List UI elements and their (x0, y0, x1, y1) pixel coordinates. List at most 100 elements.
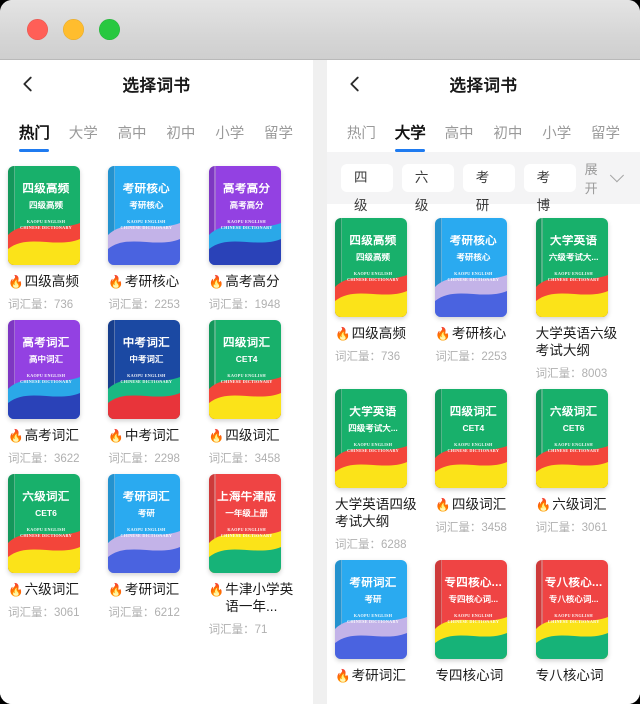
cover-subtitle: CET4 (462, 424, 485, 433)
book-cover-text: 考研词汇 考研 KAOPU ENGLISH CHINESE DICTIONARY (343, 577, 403, 626)
cover-subtitle: 考研 (364, 595, 382, 604)
expand-filters-button[interactable]: 展开 (585, 159, 626, 197)
book-title: 🔥 牛津小学英语一年... (209, 582, 304, 616)
right-book-scroll[interactable]: 四级高频 四级高频 KAOPU ENGLISH CHINESE DICTIONARY 🔥… (327, 204, 640, 704)
book-title-text: 六级词汇 (24, 581, 79, 597)
book-card[interactable]: 六级词汇 CET6 KAOPU ENGLISH CHINESE DICTIONARY 🔥… (535, 388, 632, 552)
tab-label: 留学 (591, 126, 621, 142)
book-cover-text: 四级词汇 CET4 KAOPU ENGLISH CHINESE DICTIONARY (443, 406, 503, 455)
book-cover-text: 上海牛津版 一年级上册 KAOPU ENGLISH CHINESE DICTIONAR… (217, 491, 277, 540)
book-cover-text: 高考高分 高考高分 KAOPU ENGLISH CHINESE DICTIONARY (217, 183, 277, 232)
cover-title: 大学英语 (349, 405, 397, 418)
book-word-count: 词汇量：2298 (108, 452, 180, 465)
tab-1[interactable]: 大学 (386, 121, 435, 152)
book-card[interactable]: 考研词汇 考研 KAOPU ENGLISH CHINESE DICTIONARY 🔥 考研… (335, 559, 431, 685)
left-book-grid: 四级高频 四级高频 KAOPU ENGLISH CHINESE DICTIONARY 🔥… (0, 152, 313, 637)
app-window: 选择词书 热门 大学 高中 初中 小学 留学 四级高频 四级高频 KAOPU ENGLISH C… (0, 0, 640, 704)
book-title: 🔥 四级高频 (335, 326, 430, 343)
book-word-count: 词汇量：6288 (335, 538, 407, 551)
tab-3[interactable]: 初中 (156, 122, 205, 152)
cover-subtitle: CET6 (35, 509, 57, 518)
cover-imprint: KAOPU ENGLISH CHINESE DICTIONARY (20, 372, 72, 385)
tab-0[interactable]: 热门 (337, 122, 386, 152)
tab-4[interactable]: 小学 (205, 122, 254, 152)
book-cover: 中考词汇 中考词汇 KAOPU ENGLISH CHINESE DICTIONARY (108, 319, 181, 419)
book-cover: 高考高分 高考高分 KAOPU ENGLISH CHINESE DICTIONARY (208, 166, 281, 265)
book-card[interactable]: 考研核心 考研核心 KAOPU ENGLISH CHINESE DICTIONARY 🔥… (108, 166, 204, 312)
book-card[interactable]: 四级高频 四级高频 KAOPU ENGLISH CHINESE DICTIONARY 🔥… (8, 166, 104, 312)
cover-title: 六级词汇 (550, 405, 598, 418)
filter-chip-2[interactable]: 考研 (462, 164, 515, 213)
fire-icon: 🔥 (8, 428, 24, 443)
book-title: 大学英语四级考试大纲 (335, 497, 430, 531)
tab-0[interactable]: 热门 (10, 121, 59, 152)
book-cover: 考研核心 考研核心 KAOPU ENGLISH CHINESE DICTIONARY (108, 166, 181, 265)
book-card[interactable]: 中考词汇 中考词汇 KAOPU ENGLISH CHINESE DICTIONARY 🔥… (108, 319, 204, 466)
book-cover: 考研词汇 考研 KAOPU ENGLISH CHINESE DICTIONARY (335, 559, 407, 659)
book-card[interactable]: 四级高频 四级高频 KAOPU ENGLISH CHINESE DICTIONARY 🔥… (335, 218, 431, 381)
book-cover-text: 六级词汇 CET6 KAOPU ENGLISH CHINESE DICTIONARY (544, 406, 604, 455)
book-card[interactable]: 专四核心... 专四核心词... KAOPU ENGLISH CHINESE DICT… (435, 559, 531, 685)
tab-2[interactable]: 高中 (435, 122, 484, 152)
back-arrow-icon[interactable] (333, 62, 377, 106)
book-card[interactable]: 上海牛津版 一年级上册 KAOPU ENGLISH CHINESE DICTIONAR… (208, 473, 305, 637)
book-cover: 专八核心... 专八核心词... KAOPU ENGLISH CHINESE DICT… (535, 559, 608, 659)
book-cover-text: 四级词汇 CET4 KAOPU ENGLISH CHINESE DICTIONARY (217, 337, 277, 386)
left-category-tabs: 热门 大学 高中 初中 小学 留学 (0, 108, 313, 152)
book-card[interactable]: 四级词汇 CET4 KAOPU ENGLISH CHINESE DICTIONARY 🔥… (435, 388, 531, 552)
book-card[interactable]: 大学英语 四级考试大... KAOPU ENGLISH CHINESE DICTION… (335, 388, 431, 552)
book-card[interactable]: 大学英语 六级考试大... KAOPU ENGLISH CHINESE DICTION… (535, 218, 632, 381)
cover-title: 专四核心... (444, 576, 503, 589)
cover-subtitle: 中考词汇 (129, 355, 164, 364)
filter-chip-1[interactable]: 六级 (401, 164, 454, 213)
filter-chip-3[interactable]: 考博 (523, 164, 576, 213)
cover-title: 四级高频 (349, 235, 397, 247)
book-title-text: 高考高分 (225, 274, 280, 289)
close-button[interactable] (27, 19, 48, 40)
book-card[interactable]: 考研词汇 考研 KAOPU ENGLISH CHINESE DICTIONARY 🔥 考研… (108, 473, 204, 637)
fire-icon: 🔥 (8, 275, 24, 289)
book-card[interactable]: 高考词汇 高中词汇 KAOPU ENGLISH CHINESE DICTIONARY 🔥… (8, 319, 104, 466)
fire-icon: 🔥 (208, 428, 225, 443)
book-title-text: 四级词汇 (225, 427, 280, 443)
left-book-scroll[interactable]: 四级高频 四级高频 KAOPU ENGLISH CHINESE DICTIONARY 🔥… (0, 152, 313, 704)
cover-title: 高考词汇 (22, 336, 70, 349)
book-card[interactable]: 专八核心... 专八核心词... KAOPU ENGLISH CHINESE DICT… (535, 559, 632, 685)
tab-5[interactable]: 留学 (581, 122, 630, 152)
book-title: 🔥 六级词汇 (536, 497, 631, 514)
book-title: 🔥 考研词汇 (335, 668, 430, 685)
book-title-text: 四级高频 (24, 274, 79, 289)
book-card[interactable]: 四级词汇 CET4 KAOPU ENGLISH CHINESE DICTIONARY 🔥… (208, 319, 305, 466)
cover-title: 考研词汇 (122, 490, 170, 503)
tab-label: 小学 (215, 126, 245, 142)
tab-1[interactable]: 大学 (59, 122, 108, 152)
book-word-count: 词汇量：3061 (535, 521, 608, 534)
book-word-count: 词汇量：8003 (535, 367, 608, 380)
cover-title: 专八核心... (544, 576, 603, 589)
book-cover-text: 六级词汇 CET6 KAOPU ENGLISH CHINESE DICTIONARY (16, 491, 76, 540)
tab-5[interactable]: 留学 (254, 122, 303, 152)
minimize-button[interactable] (63, 19, 84, 40)
cover-imprint: KAOPU ENGLISH CHINESE DICTIONARY (347, 441, 399, 454)
filter-chip-0[interactable]: 四级 (341, 164, 393, 213)
fire-icon: 🔥 (8, 582, 24, 597)
book-cover: 高考词汇 高中词汇 KAOPU ENGLISH CHINESE DICTIONARY (8, 319, 80, 419)
book-title-text: 高考词汇 (24, 427, 79, 443)
fire-icon: 🔥 (335, 327, 351, 341)
tab-2[interactable]: 高中 (108, 122, 157, 152)
tab-4[interactable]: 小学 (532, 122, 581, 152)
cover-title: 四级高频 (22, 183, 70, 195)
zoom-button[interactable] (99, 19, 120, 40)
fire-icon: 🔥 (208, 582, 225, 597)
book-card[interactable]: 六级词汇 CET6 KAOPU ENGLISH CHINESE DICTIONARY 🔥… (8, 473, 104, 637)
back-arrow-icon[interactable] (6, 62, 50, 106)
book-cover: 考研核心 考研核心 KAOPU ENGLISH CHINESE DICTIONARY (435, 218, 508, 317)
book-title-text: 考研核心 (451, 326, 507, 341)
book-card[interactable]: 高考高分 高考高分 KAOPU ENGLISH CHINESE DICTIONARY 🔥… (208, 166, 305, 312)
book-card[interactable]: 考研核心 考研核心 KAOPU ENGLISH CHINESE DICTIONARY 🔥… (435, 218, 531, 381)
right-navbar: 选择词书 (327, 60, 640, 108)
tab-3[interactable]: 初中 (483, 122, 532, 152)
book-title: 🔥 考研词汇 (108, 582, 203, 599)
book-title-text: 四级高频 (351, 326, 406, 341)
cover-imprint: KAOPU ENGLISH CHINESE DICTIONARY (547, 441, 600, 454)
